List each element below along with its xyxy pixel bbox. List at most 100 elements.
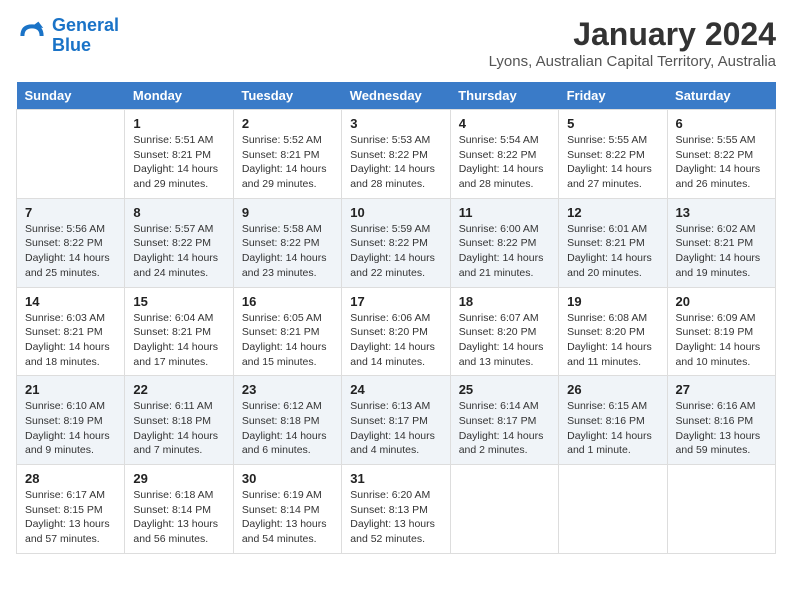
day-info: Sunrise: 6:11 AM Sunset: 8:18 PM Dayligh… [133,399,224,458]
calendar-week-row: 21 Sunrise: 6:10 AM Sunset: 8:19 PM Dayli… [17,376,776,465]
calendar-cell: 10 Sunrise: 5:59 AM Sunset: 8:22 PM Dayli… [342,198,450,287]
day-number: 16 [242,294,333,309]
day-info: Sunrise: 5:53 AM Sunset: 8:22 PM Dayligh… [350,133,441,192]
calendar-cell: 13 Sunrise: 6:02 AM Sunset: 8:21 PM Dayli… [667,198,775,287]
day-number: 20 [676,294,767,309]
title-section: January 2024 Lyons, Australian Capital T… [489,16,776,70]
day-number: 7 [25,205,116,220]
day-info: Sunrise: 6:14 AM Sunset: 8:17 PM Dayligh… [459,399,550,458]
day-info: Sunrise: 5:58 AM Sunset: 8:22 PM Dayligh… [242,222,333,281]
day-number: 6 [676,116,767,131]
calendar-cell: 8 Sunrise: 5:57 AM Sunset: 8:22 PM Daylig… [125,198,233,287]
weekday-header: Friday [559,82,667,110]
calendar-cell: 1Sunrise: 5:51 AM Sunset: 8:21 PM Daylig… [125,110,233,199]
weekday-header: Wednesday [342,82,450,110]
day-info: Sunrise: 6:03 AM Sunset: 8:21 PM Dayligh… [25,311,116,370]
calendar-cell: 21 Sunrise: 6:10 AM Sunset: 8:19 PM Dayli… [17,376,125,465]
day-info: Sunrise: 6:20 AM Sunset: 8:13 PM Dayligh… [350,488,441,547]
day-info: Sunrise: 6:05 AM Sunset: 8:21 PM Dayligh… [242,311,333,370]
calendar-week-row: 14 Sunrise: 6:03 AM Sunset: 8:21 PM Dayli… [17,287,776,376]
calendar-cell: 23 Sunrise: 6:12 AM Sunset: 8:18 PM Dayli… [233,376,341,465]
day-number: 23 [242,382,333,397]
calendar-week-row: 1Sunrise: 5:51 AM Sunset: 8:21 PM Daylig… [17,110,776,199]
day-info: Sunrise: 6:12 AM Sunset: 8:18 PM Dayligh… [242,399,333,458]
calendar-cell: 26 Sunrise: 6:15 AM Sunset: 8:16 PM Dayli… [559,376,667,465]
calendar-cell: 27Sunrise: 6:16 AM Sunset: 8:16 PM Dayli… [667,376,775,465]
day-info: Sunrise: 5:52 AM Sunset: 8:21 PM Dayligh… [242,133,333,192]
logo: General Blue [16,16,119,56]
day-info: Sunrise: 6:19 AM Sunset: 8:14 PM Dayligh… [242,488,333,547]
calendar-cell: 14 Sunrise: 6:03 AM Sunset: 8:21 PM Dayli… [17,287,125,376]
day-info: Sunrise: 5:55 AM Sunset: 8:22 PM Dayligh… [676,133,767,192]
weekday-header: Sunday [17,82,125,110]
calendar-table: SundayMondayTuesdayWednesdayThursdayFrid… [16,82,776,554]
day-number: 9 [242,205,333,220]
day-info: Sunrise: 6:13 AM Sunset: 8:17 PM Dayligh… [350,399,441,458]
calendar-cell: 19Sunrise: 6:08 AM Sunset: 8:20 PM Dayli… [559,287,667,376]
subtitle: Lyons, Australian Capital Territory, Aus… [489,53,776,70]
day-number: 2 [242,116,333,131]
calendar-cell: 4Sunrise: 5:54 AM Sunset: 8:22 PM Daylig… [450,110,558,199]
day-number: 29 [133,471,224,486]
day-number: 13 [676,205,767,220]
calendar-cell: 3 Sunrise: 5:53 AM Sunset: 8:22 PM Daylig… [342,110,450,199]
weekday-header: Tuesday [233,82,341,110]
day-number: 24 [350,382,441,397]
day-number: 3 [350,116,441,131]
day-number: 26 [567,382,658,397]
day-number: 21 [25,382,116,397]
day-number: 5 [567,116,658,131]
calendar-cell [559,465,667,554]
day-info: Sunrise: 6:18 AM Sunset: 8:14 PM Dayligh… [133,488,224,547]
day-info: Sunrise: 5:57 AM Sunset: 8:22 PM Dayligh… [133,222,224,281]
calendar-cell: 17 Sunrise: 6:06 AM Sunset: 8:20 PM Dayli… [342,287,450,376]
day-number: 8 [133,205,224,220]
weekday-header: Monday [125,82,233,110]
calendar-cell: 28Sunrise: 6:17 AM Sunset: 8:15 PM Dayli… [17,465,125,554]
calendar-cell: 31 Sunrise: 6:20 AM Sunset: 8:13 PM Dayli… [342,465,450,554]
day-number: 22 [133,382,224,397]
calendar-cell: 16 Sunrise: 6:05 AM Sunset: 8:21 PM Dayli… [233,287,341,376]
day-number: 10 [350,205,441,220]
day-number: 31 [350,471,441,486]
day-info: Sunrise: 6:15 AM Sunset: 8:16 PM Dayligh… [567,399,658,458]
day-info: Sunrise: 6:17 AM Sunset: 8:15 PM Dayligh… [25,488,116,547]
day-info: Sunrise: 6:02 AM Sunset: 8:21 PM Dayligh… [676,222,767,281]
calendar-cell: 20 Sunrise: 6:09 AM Sunset: 8:19 PM Dayli… [667,287,775,376]
calendar-cell: 25Sunrise: 6:14 AM Sunset: 8:17 PM Dayli… [450,376,558,465]
day-info: Sunrise: 5:59 AM Sunset: 8:22 PM Dayligh… [350,222,441,281]
calendar-cell: 2 Sunrise: 5:52 AM Sunset: 8:21 PM Daylig… [233,110,341,199]
day-number: 18 [459,294,550,309]
day-info: Sunrise: 6:09 AM Sunset: 8:19 PM Dayligh… [676,311,767,370]
logo-line1: General [52,15,119,35]
logo-text: General Blue [52,16,119,56]
weekday-header: Saturday [667,82,775,110]
day-info: Sunrise: 5:56 AM Sunset: 8:22 PM Dayligh… [25,222,116,281]
day-number: 17 [350,294,441,309]
day-info: Sunrise: 6:10 AM Sunset: 8:19 PM Dayligh… [25,399,116,458]
calendar-cell: 30Sunrise: 6:19 AM Sunset: 8:14 PM Dayli… [233,465,341,554]
day-number: 14 [25,294,116,309]
calendar-week-row: 7 Sunrise: 5:56 AM Sunset: 8:22 PM Daylig… [17,198,776,287]
calendar-cell: 6 Sunrise: 5:55 AM Sunset: 8:22 PM Daylig… [667,110,775,199]
day-info: Sunrise: 6:07 AM Sunset: 8:20 PM Dayligh… [459,311,550,370]
day-number: 11 [459,205,550,220]
calendar-cell: 11 Sunrise: 6:00 AM Sunset: 8:22 PM Dayli… [450,198,558,287]
day-number: 12 [567,205,658,220]
calendar-cell: 7 Sunrise: 5:56 AM Sunset: 8:22 PM Daylig… [17,198,125,287]
weekday-header-row: SundayMondayTuesdayWednesdayThursdayFrid… [17,82,776,110]
day-number: 1 [133,116,224,131]
day-info: Sunrise: 6:04 AM Sunset: 8:21 PM Dayligh… [133,311,224,370]
day-info: Sunrise: 6:06 AM Sunset: 8:20 PM Dayligh… [350,311,441,370]
calendar-cell: 5 Sunrise: 5:55 AM Sunset: 8:22 PM Daylig… [559,110,667,199]
calendar-cell: 22 Sunrise: 6:11 AM Sunset: 8:18 PM Dayli… [125,376,233,465]
calendar-week-row: 28Sunrise: 6:17 AM Sunset: 8:15 PM Dayli… [17,465,776,554]
day-info: Sunrise: 6:00 AM Sunset: 8:22 PM Dayligh… [459,222,550,281]
calendar-cell: 15Sunrise: 6:04 AM Sunset: 8:21 PM Dayli… [125,287,233,376]
day-info: Sunrise: 5:55 AM Sunset: 8:22 PM Dayligh… [567,133,658,192]
calendar-cell: 9 Sunrise: 5:58 AM Sunset: 8:22 PM Daylig… [233,198,341,287]
day-number: 27 [676,382,767,397]
day-info: Sunrise: 5:54 AM Sunset: 8:22 PM Dayligh… [459,133,550,192]
day-info: Sunrise: 6:01 AM Sunset: 8:21 PM Dayligh… [567,222,658,281]
calendar-cell [667,465,775,554]
